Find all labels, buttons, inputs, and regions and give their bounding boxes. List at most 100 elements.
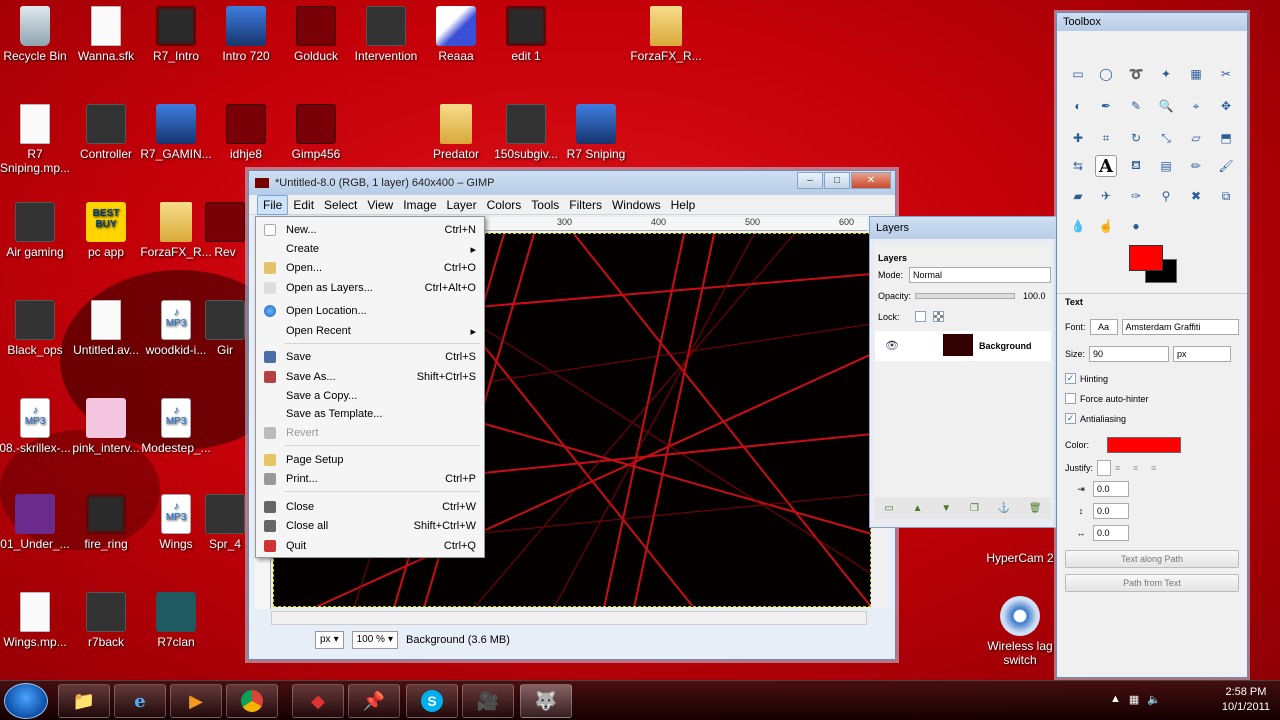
dodge-burn-icon[interactable]: ● (1125, 215, 1147, 237)
menu-image[interactable]: Image (398, 196, 441, 214)
text-color-button[interactable] (1107, 437, 1182, 453)
indent-input[interactable]: 0.0 (1093, 481, 1129, 497)
desktop-icon[interactable]: 01_Under_... (0, 494, 75, 564)
menu-item-create[interactable]: Create ▸ (256, 240, 484, 258)
duplicate-layer-icon[interactable]: ❐ (970, 503, 979, 514)
rotate-icon[interactable]: ↻ (1125, 127, 1147, 149)
layers-titlebar[interactable]: Layers (870, 217, 1056, 239)
trash-icon[interactable]: 🗑 (1029, 503, 1042, 514)
menu-tools[interactable]: Tools (526, 196, 564, 214)
crop-icon[interactable]: ⌗ (1095, 127, 1117, 149)
menu-item-save-template[interactable]: Save as Template... (256, 405, 484, 423)
zoom-icon[interactable]: 🔍 (1155, 95, 1177, 117)
ink-icon[interactable]: ✑ (1125, 185, 1147, 207)
layers-tab[interactable]: Layers (878, 253, 907, 263)
align-icon[interactable]: ✚ (1067, 127, 1089, 149)
toolbox-titlebar[interactable]: Toolbox (1057, 13, 1247, 31)
antialiasing-checkbox[interactable]: ✓ (1065, 413, 1076, 424)
color-picker-icon[interactable]: ✎ (1125, 95, 1147, 117)
explorer-taskbar-button[interactable]: 📁 (58, 684, 110, 718)
media-player-taskbar-button[interactable]: ▶ (170, 684, 222, 718)
raise-layer-icon[interactable]: ▲ (913, 503, 923, 514)
menu-item-close[interactable]: Close Ctrl+W (256, 498, 484, 516)
autohinter-row[interactable]: Force auto-hinter (1065, 393, 1239, 404)
menu-item-open-recent[interactable]: Open Recent ▸ (256, 322, 484, 340)
blend-icon[interactable]: ▤ (1155, 155, 1177, 177)
close-button[interactable]: ✕ (851, 172, 891, 189)
menu-edit[interactable]: Edit (288, 196, 319, 214)
justify-fill-icon[interactable]: ≡ (1151, 463, 1165, 473)
desktop-icon[interactable]: 150subgiv... (486, 104, 566, 174)
desktop-icon-recycle-bin[interactable]: Recycle Bin (0, 6, 75, 76)
menu-item-open[interactable]: Open... Ctrl+O (256, 259, 484, 277)
menu-file[interactable]: File (257, 194, 289, 215)
desktop-icon[interactable]: Black_ops (0, 300, 75, 370)
perspective-icon[interactable]: ⬒ (1215, 127, 1237, 149)
desktop-icon[interactable]: Untitled.av... (66, 300, 146, 370)
hinting-checkbox[interactable]: ✓ (1065, 373, 1076, 384)
letter-spacing-input[interactable]: 0.0 (1093, 525, 1129, 541)
skype-taskbar-button[interactable]: S (406, 684, 458, 718)
bucket-fill-icon[interactable]: ⛾ (1125, 155, 1147, 177)
color-select-icon[interactable]: ▦ (1185, 63, 1207, 85)
app-taskbar-button[interactable]: ◆ (292, 684, 344, 718)
paintbrush-icon[interactable]: 🖌 (1215, 155, 1237, 177)
desktop-icon[interactable]: Intervention (346, 6, 426, 76)
anchor-icon[interactable]: ⚓ (998, 503, 1010, 514)
fuzzy-select-icon[interactable]: ✦ (1155, 63, 1177, 85)
menu-item-open-as-layers[interactable]: Open as Layers... Ctrl+Alt+O (256, 279, 484, 297)
desktop-icon[interactable]: R7clan (136, 592, 216, 662)
opacity-slider[interactable] (915, 293, 1015, 299)
pencil-icon[interactable]: ✏ (1185, 155, 1207, 177)
justify-center-icon[interactable]: ≡ (1133, 463, 1147, 473)
font-input[interactable]: Amsterdam Graffiti (1121, 319, 1239, 335)
scale-icon[interactable]: ⤡ (1155, 127, 1177, 149)
menu-item-open-location[interactable]: Open Location... (256, 302, 484, 320)
antialiasing-row[interactable]: ✓ Antialiasing (1065, 413, 1239, 424)
unit-select[interactable]: px ▾ (315, 631, 344, 649)
desktop-icon[interactable]: Intro 720 (206, 6, 286, 76)
justify-right-icon[interactable]: ≡ (1115, 463, 1129, 473)
lasso-icon[interactable]: ➰ (1125, 63, 1147, 85)
menu-item-save-as[interactable]: Save As... Shift+Ctrl+S (256, 368, 484, 386)
heal-icon[interactable]: ✖ (1185, 185, 1207, 207)
desktop-icon[interactable]: Controller (66, 104, 146, 174)
lock-pixels-checkbox[interactable] (915, 311, 926, 322)
window-titlebar[interactable]: *Untitled-8.0 (RGB, 1 layer) 640x400 – G… (249, 171, 895, 195)
menu-windows[interactable]: Windows (607, 196, 666, 214)
new-layer-icon[interactable]: ▭ (884, 503, 893, 514)
flip-icon[interactable]: ⇆ (1067, 155, 1089, 177)
perspective-clone-icon[interactable]: ⧉ (1215, 185, 1237, 207)
hinting-row[interactable]: ✓ Hinting (1065, 373, 1239, 384)
text-along-path-button[interactable]: Text along Path (1065, 550, 1239, 568)
desktop-icon[interactable]: R7 Sniping.mp... (0, 104, 75, 175)
desktop-icon[interactable]: pink_interv... (66, 398, 146, 468)
lock-alpha-checkbox[interactable] (933, 311, 944, 322)
scissors-icon[interactable]: ✂ (1215, 63, 1237, 85)
minimize-button[interactable]: – (797, 172, 823, 189)
paths-icon[interactable]: ✒ (1095, 95, 1117, 117)
hypercam-taskbar-button[interactable]: 🎥 (462, 684, 514, 718)
menu-item-save-copy[interactable]: Save a Copy... (256, 387, 484, 405)
desktop-icon[interactable]: ForzaFX_R... (626, 6, 706, 76)
menu-view[interactable]: View (362, 196, 398, 214)
clock[interactable]: 2:58 PM 10/1/2011 (1222, 685, 1270, 715)
move-icon[interactable]: ✥ (1215, 95, 1237, 117)
desktop-icon[interactable]: Reaaa (416, 6, 496, 76)
gimp-taskbar-button[interactable]: 🐺 (520, 684, 572, 718)
unit-select[interactable]: px (1173, 346, 1232, 362)
size-input[interactable]: 90 (1089, 346, 1170, 362)
start-button[interactable] (4, 683, 48, 719)
force-autohinter-checkbox[interactable] (1065, 393, 1076, 404)
desktop-icon[interactable]: Gimp456 (276, 104, 356, 174)
desktop-icon[interactable]: Wanna.sfk (66, 6, 146, 76)
path-from-text-button[interactable]: Path from Text (1065, 574, 1239, 592)
desktop-icon[interactable]: R7_GAMIN... (136, 104, 216, 174)
ie-taskbar-button[interactable]: e (114, 684, 166, 718)
desktop-icon[interactable]: Air gaming (0, 202, 75, 272)
volume-icon[interactable]: 🔈 (1147, 693, 1161, 706)
menu-item-page-setup[interactable]: Page Setup (256, 451, 484, 469)
desktop-icon[interactable]: Golduck (276, 6, 356, 76)
font-preview-button[interactable]: Aa (1089, 319, 1118, 335)
menu-filters[interactable]: Filters (564, 196, 607, 214)
